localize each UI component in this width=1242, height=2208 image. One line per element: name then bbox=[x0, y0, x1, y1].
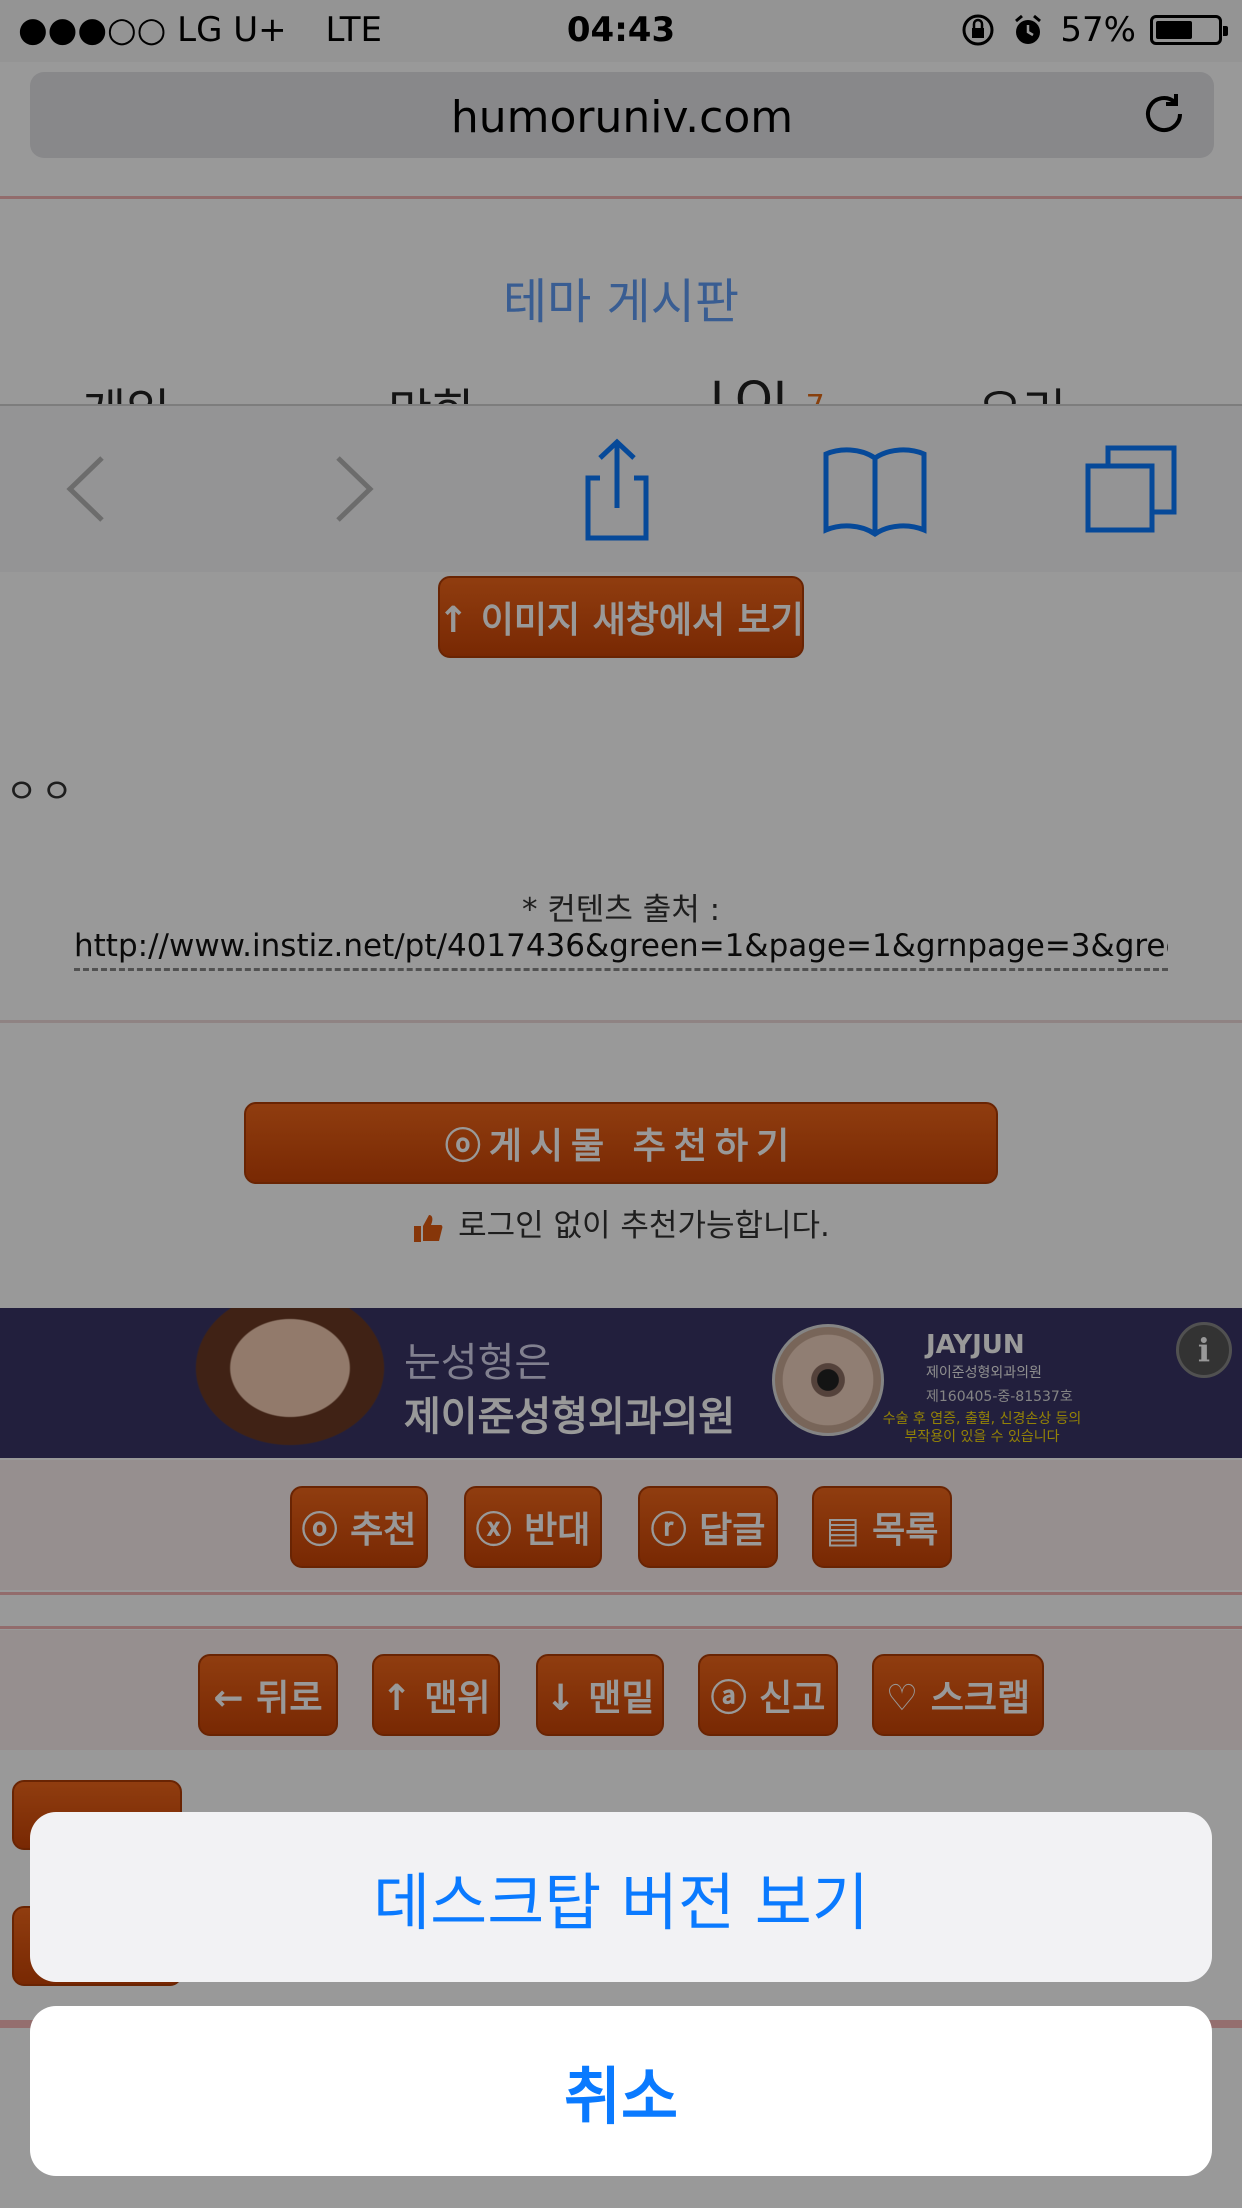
cancel-button[interactable]: 취소 bbox=[30, 2006, 1212, 2176]
request-desktop-site-button[interactable]: 데스크탑 버전 보기 bbox=[30, 1812, 1212, 1982]
